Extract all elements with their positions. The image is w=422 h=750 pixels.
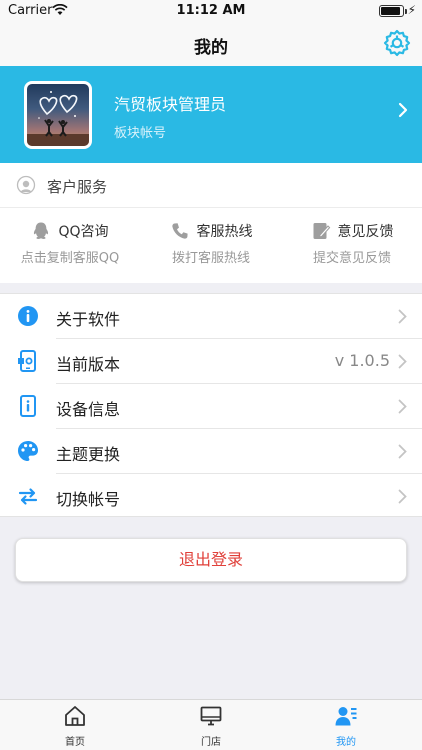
- customer-service-header: 客户服务: [0, 163, 422, 208]
- menu-item-label: 设备信息: [56, 400, 121, 419]
- version-value: v 1.0.5: [334, 351, 390, 370]
- chevron-right-icon: [398, 489, 407, 504]
- switch-arrows-icon: [18, 488, 38, 505]
- navigation-bar: 我的: [0, 22, 422, 66]
- version-phone-icon: [18, 350, 36, 372]
- menu-item-device-info[interactable]: 设备信息: [0, 384, 422, 429]
- status-time: 11:12 AM: [176, 3, 246, 18]
- tab-home[interactable]: 首页: [40, 704, 110, 748]
- feedback-button[interactable]: 意见反馈 提交意见反馈: [282, 221, 422, 266]
- customer-service-title: 客户服务: [47, 178, 108, 196]
- tab-bar: 首页 门店 我的: [0, 699, 422, 750]
- menu-item-switch-account[interactable]: 切换帐号: [0, 474, 422, 519]
- logout-button[interactable]: 退出登录: [15, 538, 407, 582]
- chevron-right-icon: [398, 444, 407, 459]
- feedback-sub: 提交意见反馈: [312, 251, 391, 266]
- tab-mine[interactable]: 我的: [311, 704, 381, 748]
- menu-item-label: 主题更换: [56, 445, 121, 464]
- palette-icon: [18, 441, 38, 461]
- avatar[interactable]: [24, 81, 92, 149]
- tab-label: 门店: [201, 737, 221, 748]
- qq-consult-sub: 点击复制客服QQ: [20, 251, 120, 266]
- tab-label: 首页: [65, 737, 85, 748]
- menu-item-theme[interactable]: 主题更换: [0, 429, 422, 474]
- chevron-right-icon: [398, 354, 407, 369]
- qq-consult-button[interactable]: QQ咨询 点击复制客服QQ: [0, 221, 140, 266]
- chevron-right-icon[interactable]: [398, 102, 408, 118]
- menu-item-label: 切换帐号: [56, 490, 121, 509]
- charging-bolt-icon: ⚡: [407, 3, 416, 17]
- menu-item-about[interactable]: 关于软件: [0, 294, 422, 339]
- phone-icon: [171, 223, 188, 239]
- page-title: 我的: [194, 38, 228, 58]
- menu-item-label: 当前版本: [56, 355, 121, 374]
- home-icon: [65, 706, 85, 726]
- profile-name: 汽贸板块管理员: [114, 95, 227, 114]
- feedback-edit-icon: [313, 223, 330, 239]
- settings-menu: 关于软件 当前版本 v 1.0.5 设备信息 主题更换 切换帐号: [0, 293, 422, 517]
- menu-item-label: 关于软件: [56, 310, 121, 329]
- profile-role: 板块帐号: [114, 126, 167, 141]
- chevron-right-icon: [398, 309, 407, 324]
- tab-store[interactable]: 门店: [176, 704, 246, 748]
- qq-penguin-icon: [34, 222, 49, 239]
- chevron-right-icon: [398, 399, 407, 414]
- tab-label: 我的: [336, 737, 356, 748]
- monitor-icon: [200, 706, 222, 726]
- service-hotline-label: 客服热线: [196, 224, 253, 240]
- customer-service-section: 客户服务 QQ咨询 点击复制客服QQ 客服热线 拨打客服热线 意见反馈 提交意见…: [0, 163, 422, 283]
- profile-card[interactable]: 汽贸板块管理员 板块帐号: [0, 66, 422, 163]
- headset-service-icon: [16, 175, 36, 195]
- qq-consult-label: QQ咨询: [58, 224, 109, 240]
- user-list-icon: [335, 707, 357, 726]
- battery-icon: [379, 5, 407, 17]
- device-info-icon: [20, 395, 36, 417]
- info-icon: [18, 306, 38, 326]
- settings-gear-icon[interactable]: [382, 28, 412, 58]
- service-hotline-sub: 拨打客服热线: [171, 251, 250, 266]
- feedback-label: 意见反馈: [337, 224, 394, 240]
- menu-item-version[interactable]: 当前版本 v 1.0.5: [0, 339, 422, 384]
- status-bar: Carrier 11:12 AM ⚡: [0, 0, 422, 22]
- service-hotline-button[interactable]: 客服热线 拨打客服热线: [141, 221, 281, 266]
